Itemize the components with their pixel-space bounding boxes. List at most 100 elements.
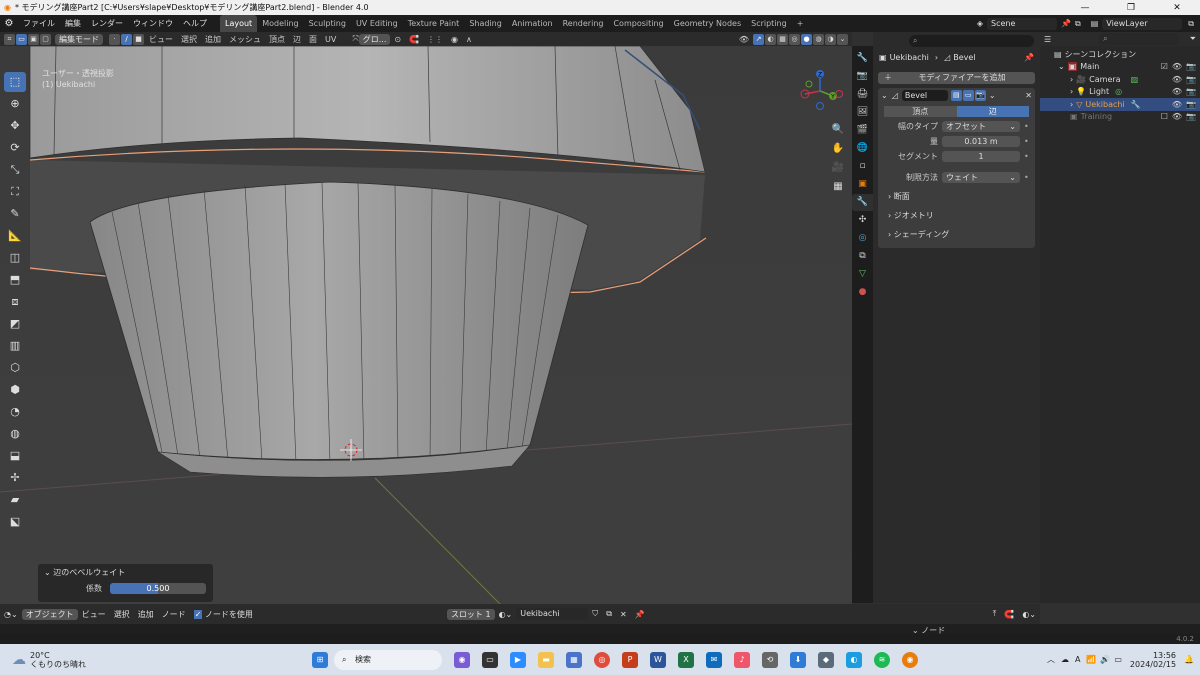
copilot-icon[interactable]: ◉ (454, 651, 470, 668)
view-layer-tab-icon[interactable]: 🖼 (852, 104, 873, 121)
material-tab-icon[interactable]: ● (852, 284, 873, 301)
falloff-icon[interactable]: ∧ (462, 35, 476, 44)
spin-tool-icon[interactable]: ◔ (4, 402, 26, 422)
cursor-tool-icon[interactable]: ⊕ (4, 94, 26, 114)
chrome-icon[interactable]: ◎ (594, 651, 610, 668)
smooth-tool-icon[interactable]: ◍ (4, 424, 26, 444)
new-view-layer-icon[interactable]: ⧉ (1188, 19, 1194, 29)
music-icon[interactable]: ♪ (734, 651, 750, 668)
camera-render-icon[interactable]: 📷 (1186, 62, 1196, 71)
limit-method-dropdown[interactable]: ウェイト ⌄ (942, 172, 1020, 183)
overlay-node-icon[interactable]: ◐⌄ (1018, 610, 1040, 619)
data-tab-icon[interactable]: ▽ (852, 266, 873, 283)
notification-icon[interactable]: 🔔 (1184, 655, 1194, 664)
download-icon[interactable]: ⬇ (790, 651, 806, 668)
camera-render-icon[interactable]: 📷 (1186, 87, 1196, 96)
zoom-app-icon[interactable]: ▶ (510, 651, 526, 668)
tool-tab-icon[interactable]: 🔧 (852, 50, 873, 67)
menu-uv[interactable]: UV (321, 35, 340, 44)
menu-vertex[interactable]: 頂点 (265, 34, 289, 45)
vertex-select-icon[interactable]: · (109, 33, 120, 45)
battery-icon[interactable]: ▭ (1114, 655, 1122, 664)
use-nodes-checkbox[interactable]: ✓ ノードを使用 (190, 609, 257, 620)
select-subtract-icon[interactable]: ▢ (40, 33, 51, 45)
new-scene-icon[interactable]: ⧉ (1075, 19, 1081, 29)
tab-modeling[interactable]: Modeling (257, 15, 303, 32)
tray-chevron-icon[interactable]: ︿ (1047, 654, 1055, 665)
shear-tool-icon[interactable]: ▰ (4, 490, 26, 510)
fake-user-icon[interactable]: ⛉ (588, 609, 602, 619)
move-tool-icon[interactable]: ✥ (4, 116, 26, 136)
navigation-gizmo[interactable]: Z Y (795, 66, 845, 116)
width-type-dropdown[interactable]: オフセット ⌄ (942, 121, 1020, 132)
inset-tool-icon[interactable]: ⧈ (4, 292, 26, 312)
orientation-dropdown[interactable]: グロ... (358, 33, 391, 45)
mode-dropdown[interactable]: 編集モード (55, 33, 103, 45)
scene-tab-icon[interactable]: 🎬 (852, 122, 873, 139)
scale-tool-icon[interactable]: ⤡ (4, 160, 26, 180)
object-tab-icon[interactable]: ▣ (852, 176, 873, 193)
zoom-icon[interactable]: 🔍 (830, 122, 846, 138)
select-box-icon[interactable]: ▭ (16, 33, 27, 45)
menu-render[interactable]: レンダー (86, 18, 128, 29)
tab-scripting[interactable]: Scripting (746, 15, 792, 32)
menu-window[interactable]: ウィンドウ (128, 18, 178, 29)
render-tab-icon[interactable]: 📷 (852, 68, 873, 85)
checkbox-icon[interactable]: ☐ (1161, 112, 1168, 121)
pivot-icon[interactable]: ⊙ (390, 35, 405, 44)
clock[interactable]: 13:56 2024/02/15 (1130, 651, 1176, 669)
filter-icon[interactable]: ⏷ (1190, 34, 1196, 44)
add-cube-tool-icon[interactable]: ◫ (4, 248, 26, 268)
bevel-tool-icon[interactable]: ◩ (4, 314, 26, 334)
node-menu-add[interactable]: 追加 (134, 609, 158, 620)
start-windows-icon[interactable]: ⊞ (312, 651, 328, 668)
properties-search[interactable]: ⌕ (909, 35, 1034, 47)
visibility-icon[interactable]: 👁 (735, 35, 753, 44)
menu-view[interactable]: ビュー (145, 34, 177, 45)
node-menu-node[interactable]: ノード (158, 609, 190, 620)
node-pin-icon[interactable]: 📌 (631, 610, 649, 619)
tab-texture-paint[interactable]: Texture Paint (403, 15, 465, 32)
node-editor-area[interactable]: ⌄ ノード (0, 624, 1200, 635)
outliner-search[interactable]: ⌕ (1099, 33, 1180, 45)
tab-layout[interactable]: Layout (220, 15, 258, 32)
camera-render-icon[interactable]: 📷 (1186, 75, 1196, 84)
loop-cut-tool-icon[interactable]: ▥ (4, 336, 26, 356)
panel-collapse-icon[interactable]: ⌄ (881, 91, 888, 100)
gizmo-toggle-icon[interactable]: ↗ (753, 33, 764, 45)
menu-edge[interactable]: 辺 (289, 34, 305, 45)
perspective-grid-icon[interactable]: ▦ (830, 179, 846, 195)
overlay-toggle-icon[interactable]: ◐ (765, 33, 776, 45)
shrink-fatten-tool-icon[interactable]: ✢ (4, 468, 26, 488)
tab-geometry-nodes[interactable]: Geometry Nodes (669, 15, 746, 32)
material-browse-icon[interactable]: ◐⌄ (495, 610, 517, 619)
menu-add[interactable]: 追加 (201, 34, 225, 45)
network-icon[interactable]: 📶 (1086, 655, 1096, 664)
menu-edit[interactable]: 編集 (60, 18, 86, 29)
collapse-icon[interactable]: ⌄ (44, 568, 53, 577)
render-toggle-icon[interactable]: 📷 (974, 90, 986, 101)
menu-select[interactable]: 選択 (177, 34, 201, 45)
snap-icon[interactable]: 🧲 (405, 35, 423, 44)
mail-icon[interactable]: ✉ (706, 651, 722, 668)
maximize-button[interactable]: ❐ (1108, 3, 1154, 13)
excel-icon[interactable]: X (678, 651, 694, 668)
modifier-menu-icon[interactable]: ⌄ (989, 91, 996, 100)
constraints-tab-icon[interactable]: ⧉ (852, 248, 873, 265)
camera-render-icon[interactable]: 📷 (1186, 100, 1196, 109)
menu-face[interactable]: 面 (305, 34, 321, 45)
add-workspace-button[interactable]: + (792, 15, 809, 32)
ime-indicator[interactable]: A (1075, 655, 1080, 664)
tray-onedrive-icon[interactable]: ☁ (1061, 655, 1069, 664)
shading-rendered-icon[interactable]: ◑ (825, 33, 836, 45)
menu-file[interactable]: ファイル (18, 18, 60, 29)
xray-toggle-icon[interactable]: ▦ (777, 33, 788, 45)
slot-dropdown[interactable]: スロット 1 (446, 608, 495, 620)
task-view-icon[interactable]: ▭ (482, 651, 498, 668)
browser-icon[interactable]: ◐ (846, 651, 862, 668)
object-type-dropdown[interactable]: オブジェクト (21, 608, 78, 620)
proportional-edit-icon[interactable]: ◉ (447, 35, 462, 44)
snap-node-icon[interactable]: 🧲 (1000, 610, 1018, 619)
tab-compositing[interactable]: Compositing (608, 15, 668, 32)
outliner-row-light[interactable]: › 💡 Light ◎ 👁 📷 (1040, 86, 1200, 99)
